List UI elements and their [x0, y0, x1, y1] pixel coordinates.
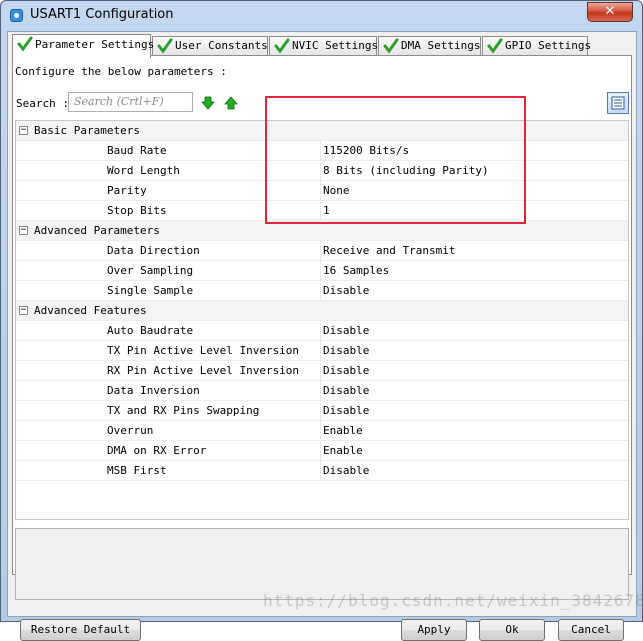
property-name: Over Sampling	[107, 264, 194, 277]
group-label: Advanced Features	[34, 304, 147, 317]
tab-nvic-settings[interactable]: NVIC Settings	[269, 36, 379, 56]
property-row[interactable]: DMA on RX Error Enable	[16, 441, 628, 461]
property-name: TX and RX Pins Swapping	[107, 404, 260, 417]
property-row[interactable]: RX Pin Active Level Inversion Disable	[16, 361, 628, 381]
apply-button[interactable]: Apply	[401, 619, 467, 641]
group-advanced-features[interactable]: − Advanced Features	[16, 301, 628, 321]
tab-label: DMA Settings	[401, 39, 481, 52]
property-row[interactable]: TX Pin Active Level Inversion Disable	[16, 341, 628, 361]
property-name: Overrun	[107, 424, 154, 437]
ok-button[interactable]: Ok	[479, 619, 545, 641]
property-row[interactable]: Word Length 8 Bits (including Parity)	[16, 161, 628, 181]
search-input[interactable]: Search (Crtl+F)	[68, 92, 193, 112]
green-check-icon	[274, 38, 290, 54]
property-value[interactable]: Disable	[323, 341, 369, 361]
property-value[interactable]: 8 Bits (including Parity)	[323, 161, 489, 181]
collapse-icon[interactable]: −	[19, 226, 28, 235]
property-name: DMA on RX Error	[107, 444, 207, 457]
property-value[interactable]: Disable	[323, 361, 369, 381]
property-name: TX Pin Active Level Inversion	[107, 344, 300, 357]
group-basic-parameters[interactable]: − Basic Parameters	[16, 121, 628, 141]
property-name: RX Pin Active Level Inversion	[107, 364, 300, 377]
property-value[interactable]: 16 Samples	[323, 261, 389, 281]
app-icon	[10, 9, 23, 22]
property-value[interactable]: 115200 Bits/s	[323, 141, 409, 161]
property-row[interactable]: TX and RX Pins Swapping Disable	[16, 401, 628, 421]
property-name: Baud Rate	[107, 144, 167, 157]
property-value[interactable]: Disable	[323, 381, 369, 401]
close-button[interactable]: ✕	[587, 2, 633, 22]
dialog-window: USART1 Configuration ✕ Parameter Setting…	[0, 0, 643, 641]
property-row[interactable]: Over Sampling 16 Samples	[16, 261, 628, 281]
group-label: Basic Parameters	[34, 124, 140, 137]
property-name: Stop Bits	[107, 204, 167, 217]
group-advanced-parameters[interactable]: − Advanced Parameters	[16, 221, 628, 241]
tab-label: Parameter Settings	[35, 38, 155, 51]
property-value[interactable]: Disable	[323, 401, 369, 421]
arrow-down-icon[interactable]	[201, 96, 215, 110]
property-value[interactable]: Disable	[323, 321, 369, 341]
arrow-up-icon[interactable]	[224, 96, 238, 110]
property-value[interactable]: Enable	[323, 441, 363, 461]
property-grid: − Basic Parameters Baud Rate 115200 Bits/…	[15, 120, 629, 520]
list-view-toggle-button[interactable]	[607, 92, 629, 114]
search-label: Search :	[16, 97, 69, 110]
tab-label: User Constants	[175, 39, 268, 52]
property-value[interactable]: Enable	[323, 421, 363, 441]
property-name: Auto Baudrate	[107, 324, 194, 337]
tab-label: GPIO Settings	[505, 39, 592, 52]
tab-dma-settings[interactable]: DMA Settings	[378, 36, 481, 56]
parameter-settings-panel: Configure the below parameters : Search …	[12, 55, 632, 600]
property-name: MSB First	[107, 464, 167, 477]
green-check-icon	[17, 36, 33, 52]
property-row[interactable]: Auto Baudrate Disable	[16, 321, 628, 341]
tab-parameter-settings[interactable]: Parameter Settings	[12, 34, 155, 58]
tab-label: NVIC Settings	[292, 39, 379, 52]
group-label: Advanced Parameters	[34, 224, 160, 237]
property-name: Data Direction	[107, 244, 200, 257]
property-value[interactable]: Disable	[323, 281, 369, 301]
property-name: Word Length	[107, 164, 180, 177]
restore-default-button[interactable]: Restore Default	[20, 619, 141, 641]
property-row[interactable]: Overrun Enable	[16, 421, 628, 441]
list-view-icon	[611, 96, 625, 110]
collapse-icon[interactable]: −	[19, 306, 28, 315]
property-name: Parity	[107, 184, 147, 197]
title-bar[interactable]: USART1 Configuration ✕	[1, 1, 642, 31]
configure-instructions: Configure the below parameters :	[15, 65, 227, 78]
green-check-icon	[157, 38, 173, 54]
collapse-icon[interactable]: −	[19, 126, 28, 135]
dialog-body: Parameter Settings User Constants NVIC S…	[7, 31, 637, 641]
property-value[interactable]: 1	[323, 201, 330, 221]
property-row[interactable]: Baud Rate 115200 Bits/s	[16, 141, 628, 161]
property-name: Single Sample	[107, 284, 194, 297]
window-title: USART1 Configuration	[30, 7, 174, 22]
property-row[interactable]: Single Sample Disable	[16, 281, 628, 301]
property-value[interactable]: Disable	[323, 461, 369, 481]
property-row[interactable]: Stop Bits 1	[16, 201, 628, 221]
property-value[interactable]: Receive and Transmit	[323, 241, 455, 261]
property-row[interactable]: MSB First Disable	[16, 461, 628, 481]
tab-gpio-settings[interactable]: GPIO Settings	[482, 36, 592, 56]
property-row[interactable]: Data Direction Receive and Transmit	[16, 241, 628, 261]
green-check-icon	[383, 38, 399, 54]
property-value[interactable]: None	[323, 181, 350, 201]
green-check-icon	[487, 38, 503, 54]
property-row[interactable]: Data Inversion Disable	[16, 381, 628, 401]
tab-user-constants[interactable]: User Constants	[152, 36, 268, 56]
property-row[interactable]: Parity None	[16, 181, 628, 201]
property-name: Data Inversion	[107, 384, 200, 397]
cancel-button[interactable]: Cancel	[558, 619, 624, 641]
description-pane	[15, 528, 629, 600]
